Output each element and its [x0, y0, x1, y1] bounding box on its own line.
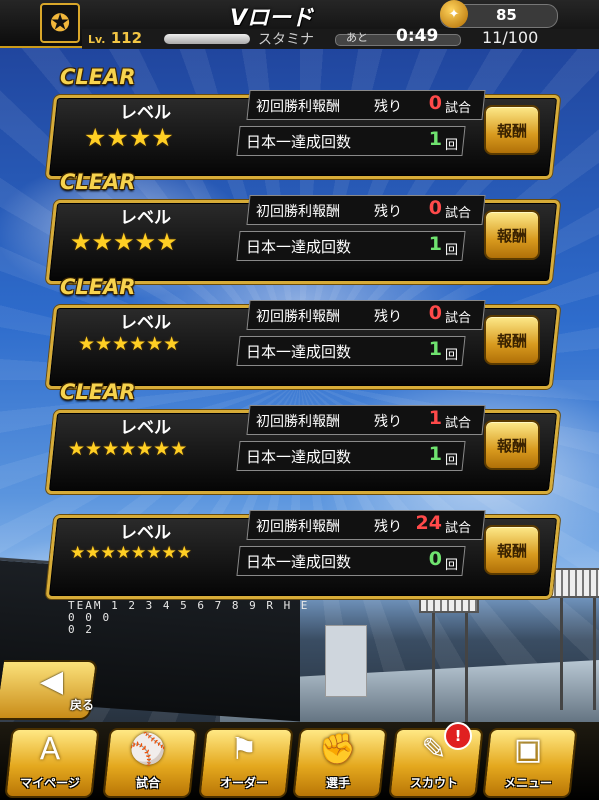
coin-icon: ✦ — [440, 0, 468, 28]
light-tower — [547, 568, 599, 710]
player-level: Lv. 112 — [88, 29, 143, 47]
level-label: レベル — [120, 523, 171, 543]
clear-badge: CLEAR — [60, 65, 136, 89]
level-label: レベル — [120, 208, 171, 228]
mypage-icon: A — [39, 732, 61, 767]
first-win-label: 初回勝利報酬 — [256, 309, 340, 325]
back-label: 戻る — [70, 698, 95, 712]
clear-badge: CLEAR — [60, 275, 136, 299]
light-tower — [419, 583, 479, 725]
nav-match-label: 試合 — [135, 776, 160, 790]
star-rating: ★★★★★★★ — [68, 438, 188, 460]
reward-button[interactable]: 報酬 — [484, 315, 540, 365]
clear-badge: CLEAR — [60, 170, 136, 194]
japan-champ-label: 日本一達成回数 — [246, 133, 352, 151]
japan-champ-label: 日本一達成回数 — [246, 343, 352, 361]
first-win-label: 初回勝利報酬 — [256, 99, 340, 115]
scoreboard-text: TEAM 1 2 3 4 5 6 7 8 9 R H E 0 0 0 0 2 — [68, 599, 310, 636]
stamina-timer: 0:49 — [396, 26, 439, 46]
times-unit: 回 — [445, 558, 459, 573]
remaining-label: 残り — [374, 204, 402, 220]
japan-champ-count: 1 — [428, 128, 442, 150]
star-rating: ★★★★★ — [70, 228, 178, 256]
nav-menu-label: メニュー — [503, 776, 552, 790]
player-icon: ✊ — [319, 732, 357, 767]
japan-champ-count: 0 — [428, 548, 442, 570]
stamina-count: 11/100 — [482, 28, 539, 47]
star-rating: ★★★★ — [84, 123, 174, 152]
japan-champ-count: 1 — [428, 233, 442, 255]
level-label: レベル — [120, 103, 171, 123]
lineup-icon: ⚑ — [230, 732, 258, 767]
japan-champ-label: 日本一達成回数 — [246, 553, 352, 571]
reward-button[interactable]: 報酬 — [484, 210, 540, 260]
times-unit: 回 — [445, 348, 459, 363]
reward-button[interactable]: 報酬 — [484, 105, 540, 155]
japan-champ-count: 1 — [428, 443, 442, 465]
exp-gauge — [164, 34, 250, 44]
remaining-matches: 0 — [428, 197, 442, 219]
remaining-label: 残り — [374, 309, 402, 325]
times-unit: 回 — [445, 453, 459, 468]
remaining-matches: 1 — [428, 407, 442, 429]
reward-button[interactable]: 報酬 — [484, 525, 540, 575]
nav-player-label: 選手 — [325, 776, 350, 790]
notification-badge: ! — [444, 722, 472, 750]
match-unit: 試合 — [445, 311, 472, 326]
match-unit: 試合 — [445, 521, 472, 536]
match-unit: 試合 — [445, 101, 472, 116]
level-label: レベル — [120, 313, 171, 333]
times-unit: 回 — [445, 243, 459, 258]
clear-badge: CLEAR — [60, 380, 136, 404]
nav-scout-label: スカウト — [409, 776, 458, 790]
first-win-label: 初回勝利報酬 — [256, 414, 340, 430]
remaining-matches: 24 — [415, 512, 442, 534]
remaining-label: 残り — [374, 414, 402, 430]
remaining-time-label: あと — [346, 31, 368, 44]
japan-champ-label: 日本一達成回数 — [246, 238, 352, 256]
baseball-field-icon: ⚾ — [129, 732, 167, 767]
remaining-matches: 0 — [428, 92, 442, 114]
remaining-label: 残り — [374, 519, 402, 535]
star-rating: ★★★★★★ — [78, 333, 181, 355]
nav-mypage-label: マイページ — [20, 776, 80, 790]
reward-button[interactable]: 報酬 — [484, 420, 540, 470]
page-title: Vロード — [230, 6, 314, 31]
japan-champ-label: 日本一達成回数 — [246, 448, 352, 466]
japan-champ-count: 1 — [428, 338, 442, 360]
match-unit: 試合 — [445, 206, 472, 221]
menu-icon: ▣ — [513, 732, 543, 767]
remaining-matches: 0 — [428, 302, 442, 324]
stamina-label: スタミナ — [258, 32, 314, 48]
star-rating: ★★★★★★★★ — [70, 543, 192, 563]
team-logo-icon[interactable]: ✪ — [40, 3, 80, 43]
times-unit: 回 — [445, 138, 459, 153]
background-building — [325, 625, 367, 697]
coin-value: 85 — [496, 6, 517, 24]
level-label: レベル — [120, 418, 171, 438]
first-win-label: 初回勝利報酬 — [256, 204, 340, 220]
remaining-label: 残り — [374, 99, 402, 115]
first-win-label: 初回勝利報酬 — [256, 519, 340, 535]
nav-order-label: オーダー — [219, 776, 268, 790]
back-arrow-icon: ◀ — [40, 664, 64, 699]
match-unit: 試合 — [445, 416, 472, 431]
